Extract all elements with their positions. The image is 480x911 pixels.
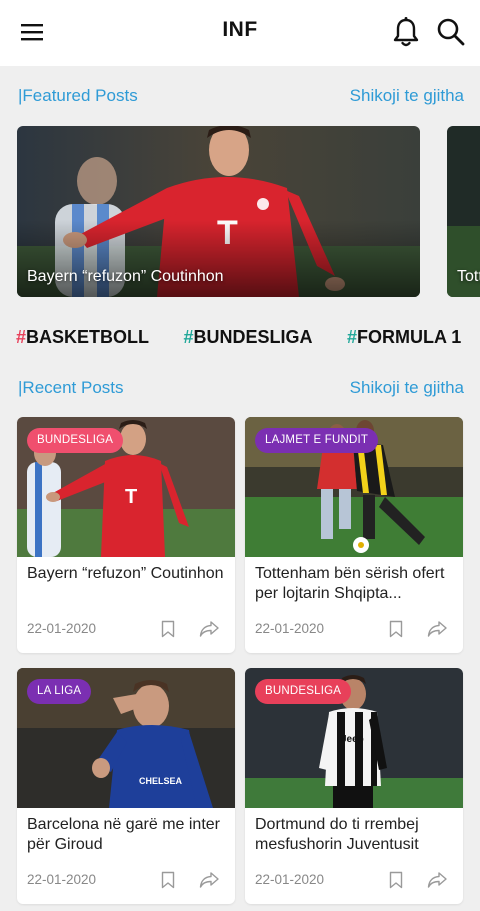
post-title: Bayern “refuzon” Coutinhon bbox=[27, 565, 224, 582]
tag-hash: # bbox=[346, 327, 357, 347]
post-card[interactable]: CHELSEA LA LIGA Barcelona në garë me int… bbox=[17, 668, 235, 904]
bookmark-icon[interactable] bbox=[161, 620, 175, 638]
tag-label: BUNDESLIGA bbox=[193, 327, 313, 347]
share-icon[interactable] bbox=[427, 620, 447, 638]
svg-text:Jeep: Jeep bbox=[341, 734, 364, 745]
tag-label: BASKETBOLL bbox=[26, 327, 150, 347]
post-date: 22-01-2020 bbox=[27, 872, 97, 887]
featured-card[interactable]: Tottenham bbox=[447, 126, 480, 297]
tag-basketboll[interactable]: #BASKETBOLL bbox=[16, 327, 149, 348]
featured-see-all-link[interactable]: Shikoji te gjitha bbox=[350, 86, 464, 106]
recent-section-header: |Recent Posts Shikoji te gjitha bbox=[18, 378, 464, 402]
category-badge[interactable]: LAJMET E FUNDIT bbox=[255, 428, 379, 453]
featured-posts-title: |Featured Posts bbox=[18, 86, 138, 105]
recent-see-all-link[interactable]: Shikoji te gjitha bbox=[350, 378, 464, 398]
post-date: 22-01-2020 bbox=[27, 621, 97, 636]
post-card[interactable]: Jeep BUNDESLIGA Dortmund do ti rrembej m… bbox=[245, 668, 463, 904]
post-date: 22-01-2020 bbox=[255, 621, 325, 636]
tag-hash: # bbox=[183, 327, 194, 347]
featured-card[interactable]: T Bayern “refuzon” Coutinhon bbox=[17, 126, 420, 297]
featured-carousel[interactable]: T Bayern “refuzon” Coutinhon Tottenham bbox=[17, 126, 480, 297]
post-card[interactable]: LAJMET E FUNDIT Tottenham bën sërish ofe… bbox=[245, 417, 463, 653]
tag-hash: # bbox=[16, 327, 27, 347]
share-icon[interactable] bbox=[199, 871, 219, 889]
share-icon[interactable] bbox=[427, 871, 447, 889]
svg-text:T: T bbox=[125, 486, 137, 508]
category-badge[interactable]: BUNDESLIGA bbox=[27, 428, 124, 453]
bookmark-icon[interactable] bbox=[161, 871, 175, 889]
tag-bundesliga[interactable]: #BUNDESLIGA bbox=[183, 327, 312, 348]
app-bar: INF bbox=[0, 0, 480, 66]
tag-formula-1[interactable]: #FORMULA 1 bbox=[347, 327, 461, 348]
tag-label: FORMULA 1 bbox=[356, 327, 462, 347]
post-title: Dortmund do ti rrembej mesfushorin Juven… bbox=[255, 816, 419, 853]
post-title: Barcelona në garë me inter për Giroud bbox=[27, 816, 220, 853]
bookmark-icon[interactable] bbox=[389, 871, 403, 889]
bookmark-icon[interactable] bbox=[389, 620, 403, 638]
hashtag-strip: #BASKETBOLL #BUNDESLIGA #FORMULA 1 bbox=[16, 327, 480, 353]
category-badge[interactable]: LA LIGA bbox=[27, 679, 92, 704]
featured-card-caption: Bayern “refuzon” Coutinhon bbox=[27, 268, 224, 285]
featured-section-header: |Featured Posts Shikoji te gjitha bbox=[18, 86, 464, 110]
bell-icon[interactable] bbox=[392, 16, 420, 48]
post-date: 22-01-2020 bbox=[255, 872, 325, 887]
share-icon[interactable] bbox=[199, 620, 219, 638]
recent-posts-title: |Recent Posts bbox=[18, 378, 124, 397]
post-card[interactable]: T BUNDESLIGA Bayern “refuzon” Coutinhon … bbox=[17, 417, 235, 653]
svg-text:CHELSEA: CHELSEA bbox=[139, 776, 183, 786]
featured-card-caption: Tottenham bbox=[457, 268, 480, 285]
category-badge[interactable]: BUNDESLIGA bbox=[255, 679, 352, 704]
post-title: Tottenham bën sërish ofert per lojtarin … bbox=[255, 565, 445, 602]
search-icon[interactable] bbox=[436, 17, 466, 47]
